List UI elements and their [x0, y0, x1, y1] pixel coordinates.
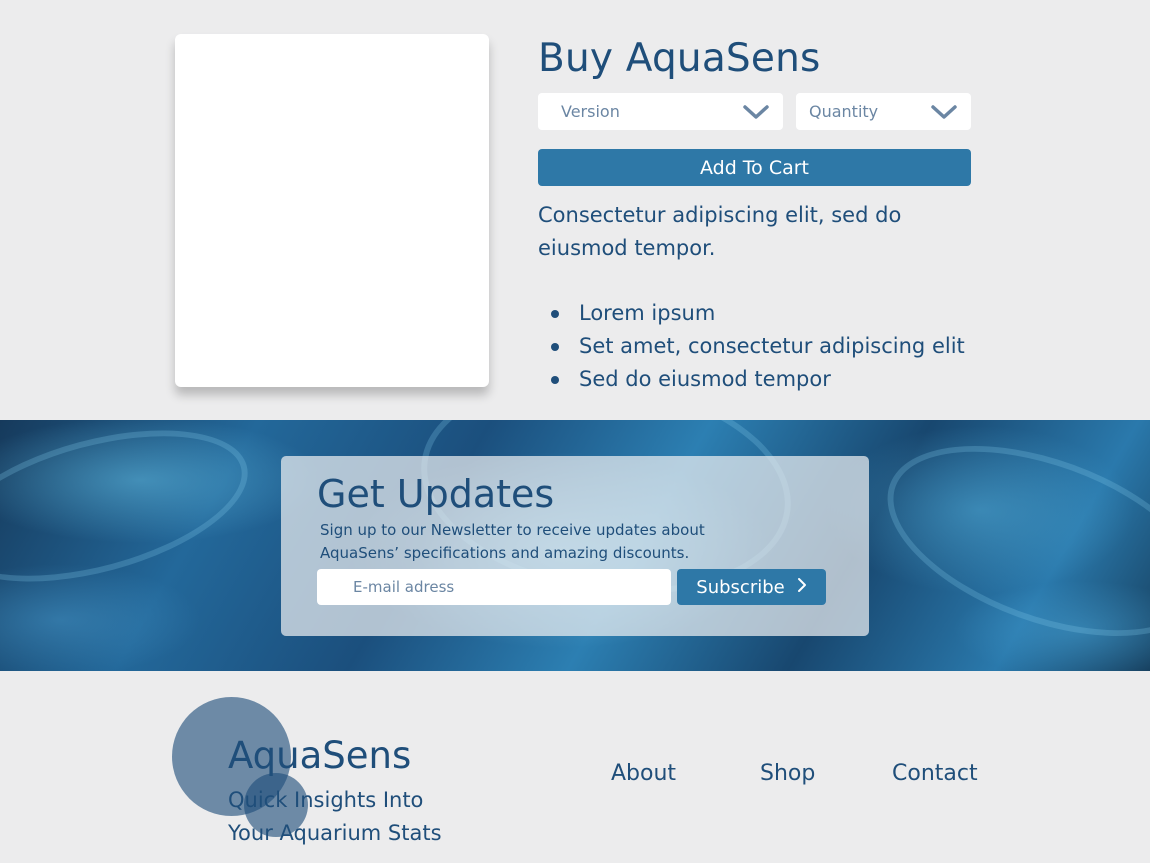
list-item: Set amet, consectetur adipiscing elit [538, 330, 965, 363]
chevron-right-icon [797, 577, 807, 598]
list-item: Lorem ipsum [538, 297, 965, 330]
version-select[interactable]: Version [538, 93, 783, 130]
newsletter-text: Sign up to our Newsletter to receive upd… [320, 519, 740, 565]
newsletter-card: Get Updates Sign up to our Newsletter to… [281, 456, 869, 636]
quantity-select[interactable]: Quantity [796, 93, 971, 130]
tagline-line: Quick Insights Into [228, 788, 424, 812]
bullet-icon [551, 343, 559, 351]
list-item: Sed do eiusmod tempor [538, 363, 965, 396]
nav-link-shop[interactable]: Shop [760, 761, 815, 786]
nav-link-contact[interactable]: Contact [892, 761, 978, 786]
feature-text: Lorem ipsum [579, 301, 716, 325]
quantity-select-placeholder: Quantity [809, 102, 879, 121]
newsletter-text-line: AquaSens’ specifications and amazing dis… [320, 544, 690, 562]
tagline-line: Your Aquarium Stats [228, 821, 442, 845]
chevron-down-icon [931, 104, 957, 120]
feature-text: Set amet, consectetur adipiscing elit [579, 334, 965, 358]
subscribe-label: Subscribe [696, 576, 785, 598]
newsletter-text-line: Sign up to our Newsletter to receive upd… [320, 521, 705, 539]
newsletter-title: Get Updates [317, 472, 555, 516]
nav-link-about[interactable]: About [611, 761, 676, 786]
email-field[interactable] [317, 569, 671, 605]
feature-list: Lorem ipsum Set amet, consectetur adipis… [538, 297, 965, 396]
feature-text: Sed do eiusmod tempor [579, 367, 831, 391]
bullet-icon [551, 376, 559, 384]
marble-swirl [862, 420, 1150, 671]
bullet-icon [551, 310, 559, 318]
marble-swirl [0, 420, 264, 611]
chevron-down-icon [743, 104, 769, 120]
newsletter-banner: Get Updates Sign up to our Newsletter to… [0, 420, 1150, 671]
page-title: Buy AquaSens [538, 36, 821, 81]
footer-tagline: Quick Insights Into Your Aquarium Stats [228, 784, 488, 850]
product-image [175, 34, 489, 387]
add-to-cart-button[interactable]: Add To Cart [538, 149, 971, 186]
footer-brand: AquaSens [228, 734, 412, 777]
version-select-placeholder: Version [561, 102, 620, 121]
subscribe-button[interactable]: Subscribe [677, 569, 826, 605]
product-description: Consectetur adipiscing elit, sed do eius… [538, 203, 902, 260]
